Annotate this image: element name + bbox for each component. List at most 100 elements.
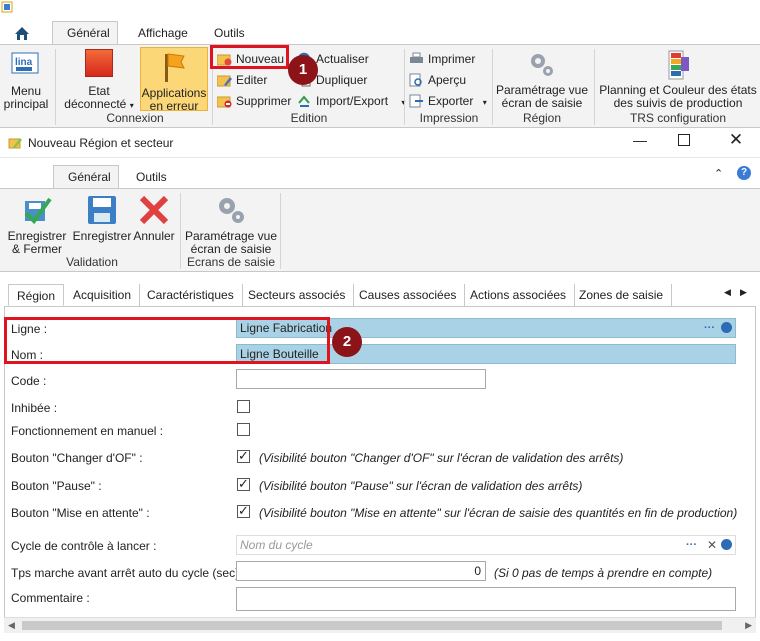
code-field[interactable] — [236, 369, 486, 389]
clear-icon[interactable]: ✕ — [707, 536, 717, 554]
cycle-label: Cycle de contrôle à lancer : — [11, 539, 157, 553]
subtab-secteurs[interactable]: Secteurs associés — [240, 284, 355, 306]
menu-label-2: principal — [3, 97, 49, 111]
changer-of-label: Bouton "Changer d'OF" : — [11, 451, 143, 465]
chevron-down-icon: ▾ — [482, 98, 487, 107]
tab-general[interactable]: Général — [52, 21, 118, 45]
subtab-region[interactable]: Région — [8, 284, 65, 306]
enregistrer-button[interactable]: Enregistrer — [72, 193, 132, 243]
pause-hint: (Visibilité bouton "Pause" sur l'écran d… — [259, 479, 583, 493]
printer-icon — [409, 52, 424, 66]
flag-icon — [165, 53, 185, 82]
scroll-left-icon[interactable]: ◀ — [8, 620, 15, 631]
open-arrow-icon[interactable] — [721, 539, 732, 550]
gears-icon — [531, 54, 553, 76]
tps-field[interactable]: 0 — [236, 561, 486, 581]
inhibee-checkbox[interactable] — [237, 400, 250, 413]
pause-label: Bouton "Pause" : — [11, 479, 102, 493]
import-export-icon — [297, 94, 312, 108]
collapse-ribbon-icon[interactable]: ⌃ — [714, 167, 723, 180]
subtab-acquisition[interactable]: Acquisition — [65, 284, 141, 306]
close-button[interactable]: ✕ — [726, 130, 746, 152]
dupliquer-label: Dupliquer — [316, 73, 368, 87]
window-tab-general[interactable]: Général — [53, 165, 119, 189]
attente-checkbox[interactable] — [237, 503, 250, 519]
tps-hint: (Si 0 pas de temps à prendre en compte) — [494, 566, 713, 580]
help-icon[interactable]: ? — [737, 166, 751, 180]
open-arrow-icon[interactable] — [721, 322, 732, 333]
window-title: Nouveau Région et secteur — [28, 136, 174, 150]
ellipsis-icon[interactable]: ··· — [686, 536, 697, 554]
edit-folder-icon — [216, 73, 232, 87]
highlight-nouveau — [210, 45, 289, 69]
parametrage-vue-button[interactable]: Paramétrage vue écran de saisie — [494, 49, 590, 110]
group-connexion-label: Connexion — [106, 111, 164, 125]
cancel-icon — [139, 195, 169, 225]
group-trs-label: TRS configuration — [629, 111, 727, 125]
imprimer-label: Imprimer — [428, 52, 476, 66]
cycle-field[interactable]: Nom du cycle ··· ✕ — [236, 535, 736, 555]
menu-principal-button[interactable]: lina Menu principal — [2, 49, 50, 111]
actualiser-label: Actualiser — [316, 52, 369, 66]
code-label: Code : — [11, 374, 47, 388]
apercu-button[interactable]: Aperçu — [406, 70, 466, 90]
home-tab[interactable] — [4, 22, 40, 44]
group-validation-label: Validation — [66, 255, 118, 269]
exporter-button[interactable]: Exporter ▾ — [406, 91, 487, 111]
editer-button[interactable]: Editer — [214, 70, 267, 90]
save-icon — [88, 196, 116, 224]
applications-en-erreur-button[interactable]: Applications en erreur — [140, 47, 208, 113]
subtab-caracteristiques[interactable]: Caractéristiques — [139, 284, 243, 306]
tabs-scroll-left-icon[interactable]: ◀ — [724, 287, 731, 298]
exporter-label: Exporter — [428, 94, 474, 108]
maximize-button[interactable] — [678, 134, 690, 146]
window-titlebar: Nouveau Région et secteur — ✕ — [0, 128, 760, 158]
commentaire-label: Commentaire : — [11, 591, 90, 605]
planning-couleur-button[interactable]: Planning et Couleur des états des suivis… — [598, 49, 758, 110]
window-tab-outils[interactable]: Outils — [122, 166, 181, 188]
planning-label-2: des suivis de production — [613, 96, 743, 110]
horizontal-scrollbar[interactable]: ◀ ▶ — [4, 617, 756, 633]
import-export-label: Import/Export — [316, 94, 389, 108]
subtab-causes[interactable]: Causes associées — [351, 284, 466, 306]
import-export-button[interactable]: Import/Export ▾ — [294, 91, 405, 111]
cancel-label: Annuler — [133, 229, 175, 243]
tab-outils[interactable]: Outils — [200, 22, 259, 44]
ellipsis-icon[interactable]: ··· — [704, 319, 715, 337]
tab-affichage[interactable]: Affichage — [124, 22, 202, 44]
tps-label: Tps marche avant arrêt auto du cycle (se… — [11, 566, 246, 580]
window-ribbon-tabs: Général Outils ⌃ ? — [0, 158, 760, 189]
tabs-scroll-right-icon[interactable]: ▶ — [740, 287, 747, 298]
editer-label: Editer — [236, 73, 268, 87]
pause-checkbox[interactable] — [237, 476, 250, 492]
imprimer-button[interactable]: Imprimer — [406, 49, 475, 69]
changer-of-checkbox[interactable] — [237, 448, 250, 464]
enregistrer-fermer-button[interactable]: Enregistrer & Fermer — [4, 193, 70, 256]
window-parametrage-vue-button[interactable]: Paramétrage vue écran de saisie — [184, 193, 278, 256]
annuler-button[interactable]: Annuler — [132, 193, 176, 243]
commentaire-field[interactable] — [236, 587, 736, 611]
export-icon — [409, 94, 424, 108]
form-tabs: Région Acquisition Caractéristiques Sect… — [0, 284, 760, 306]
subtab-zones[interactable]: Zones de saisie — [571, 284, 673, 306]
window-edit-icon — [8, 138, 22, 149]
supprimer-button[interactable]: Supprimer — [214, 91, 291, 111]
home-icon — [15, 27, 29, 40]
group-impression-label: Impression — [419, 111, 479, 125]
app-ribbon: lina Menu principal Etat déconnecté ▾ Ap… — [0, 44, 760, 128]
apercu-label: Aperçu — [428, 73, 467, 87]
subtab-actions[interactable]: Actions associées — [462, 284, 576, 306]
cycle-placeholder: Nom du cycle — [240, 538, 313, 552]
etat-label-2: déconnecté ▾ — [64, 97, 134, 111]
scroll-right-icon[interactable]: ▶ — [745, 620, 752, 631]
param-label-2: écran de saisie — [501, 96, 583, 110]
group-ecrans-label: Ecrans de saisie — [186, 255, 276, 269]
scroll-thumb[interactable] — [22, 621, 722, 630]
callout-badge-1: 1 — [288, 55, 318, 85]
changer-of-hint: (Visibilité bouton "Changer d'OF" sur l'… — [259, 451, 624, 465]
minimize-button[interactable]: — — [628, 132, 652, 152]
status-disconnected-icon — [85, 49, 113, 77]
svg-text:lina: lina — [15, 57, 33, 68]
etat-deconnecte-button[interactable]: Etat déconnecté ▾ — [64, 49, 134, 112]
manuel-checkbox[interactable] — [237, 423, 250, 436]
